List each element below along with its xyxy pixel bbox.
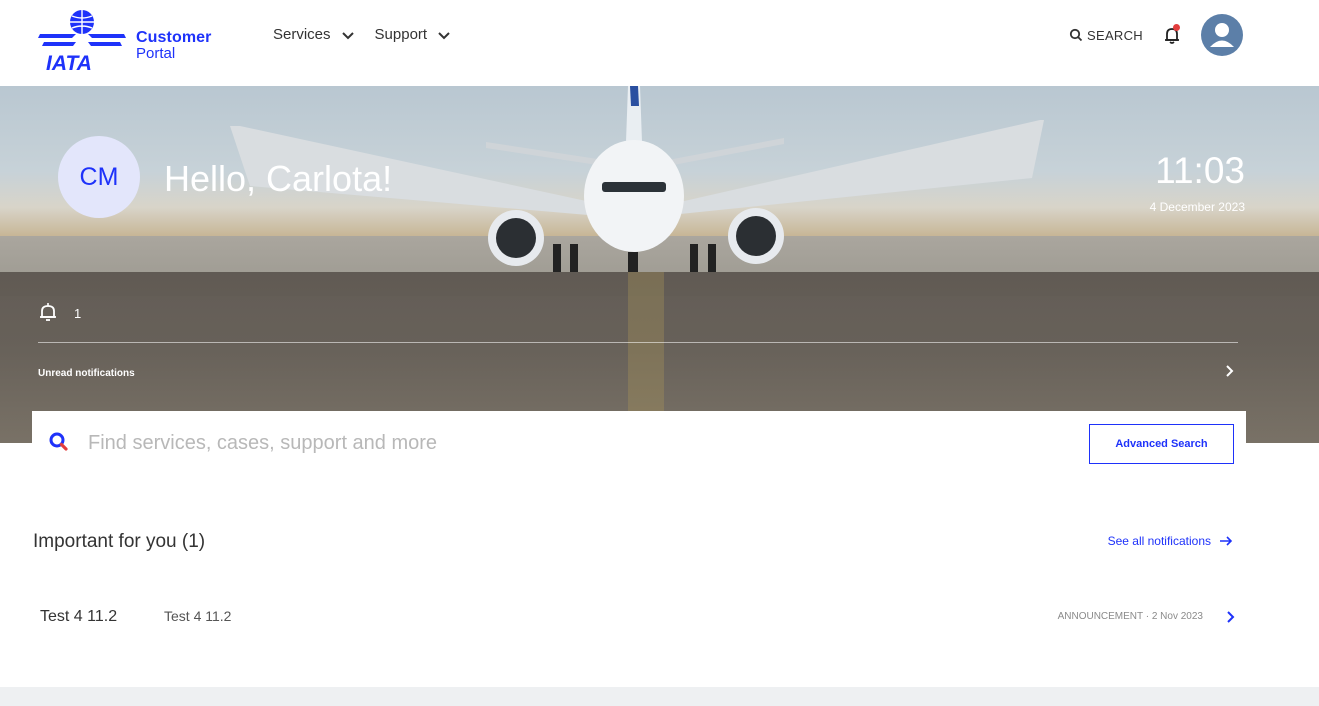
header-actions: SEARCH xyxy=(1069,14,1243,56)
notification-dot xyxy=(1173,24,1180,31)
page-bottom-band xyxy=(0,687,1319,706)
bell-icon xyxy=(40,303,56,321)
user-initials-avatar: CM xyxy=(58,136,140,218)
iata-wordmark: IATA xyxy=(46,52,92,74)
nav-support[interactable]: Support xyxy=(375,26,452,43)
logo-text: Customer Portal xyxy=(136,30,211,62)
search-input[interactable]: Find services, cases, support and more xyxy=(88,432,437,455)
notification-count: 1 xyxy=(74,305,82,321)
top-header: IATA Customer Portal Services Support SE… xyxy=(0,0,1319,86)
header-search-label: SEARCH xyxy=(1087,27,1143,43)
chevron-down-icon xyxy=(438,31,450,39)
main-content-background xyxy=(0,443,1319,706)
nav-services[interactable]: Services xyxy=(273,26,355,43)
item-meta: ANNOUNCEMENT · 2 Nov 2023 xyxy=(1057,611,1203,622)
user-avatar[interactable] xyxy=(1201,14,1243,56)
see-all-notifications-link[interactable]: See all notifications xyxy=(1108,534,1233,548)
unread-notifications-link[interactable]: Unread notifications xyxy=(38,368,135,379)
global-search-bar[interactable]: Find services, cases, support and more A… xyxy=(32,411,1246,474)
search-icon xyxy=(49,432,68,451)
iata-globe-icon: IATA xyxy=(38,10,126,74)
see-all-label: See all notifications xyxy=(1107,534,1211,548)
greeting: Hello, Carlota! xyxy=(164,158,393,199)
important-heading: Important for you (1) xyxy=(33,531,206,552)
hero-banner: CM Hello, Carlota! 11:03 4 December 2023… xyxy=(0,86,1319,443)
item-title: Test 4 11.2 xyxy=(40,608,118,625)
chevron-right-icon[interactable] xyxy=(1223,610,1237,624)
list-item[interactable]: Test 4 11.2 Test 4 11.2 ANNOUNCEMENT · 2… xyxy=(0,596,1319,640)
notification-counter: 1 xyxy=(38,302,81,324)
nav-services-label: Services xyxy=(273,26,331,43)
hero-divider xyxy=(38,342,1238,343)
nav-support-label: Support xyxy=(374,26,428,43)
logo-line-1: Customer xyxy=(136,29,212,46)
iata-logo[interactable]: IATA Customer Portal xyxy=(36,8,226,74)
chevron-right-icon[interactable] xyxy=(1222,364,1236,378)
item-subtitle: Test 4 11.2 xyxy=(164,608,232,624)
search-icon xyxy=(1069,28,1083,42)
current-time: 11:03 xyxy=(1155,150,1245,191)
advanced-search-button[interactable]: Advanced Search xyxy=(1089,424,1234,464)
user-icon xyxy=(1210,23,1234,47)
logo-line-2: Portal xyxy=(136,45,176,62)
notifications-button[interactable] xyxy=(1161,24,1183,46)
arrow-right-icon xyxy=(1220,536,1233,546)
main-nav: Services Support xyxy=(273,26,451,43)
chevron-down-icon xyxy=(341,31,354,39)
header-search-button[interactable]: SEARCH xyxy=(1069,28,1143,43)
current-date: 4 December 2023 xyxy=(1149,200,1245,214)
